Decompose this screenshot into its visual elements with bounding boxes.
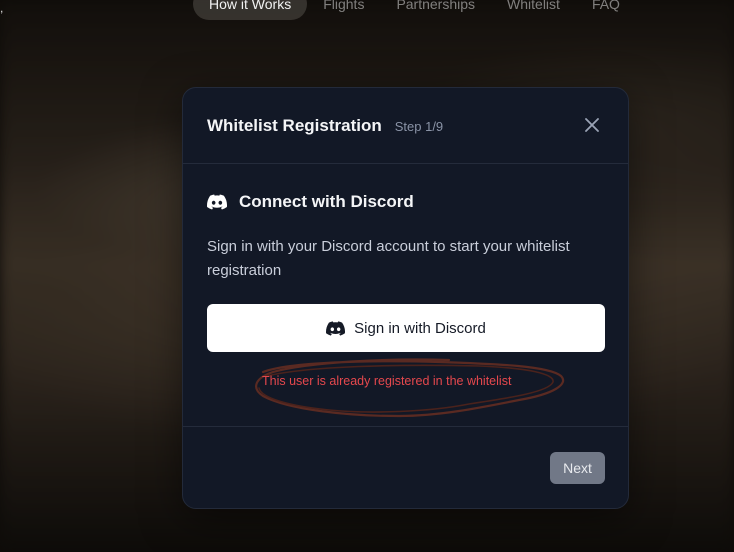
modal-title: Whitelist Registration xyxy=(207,115,382,135)
nav-item-faq[interactable]: FAQ xyxy=(576,0,636,20)
section-description: Sign in with your Discord account to sta… xyxy=(207,238,570,279)
error-message: This user is already registered in the w… xyxy=(262,374,512,388)
close-icon xyxy=(585,118,599,132)
modal-footer: Next xyxy=(183,426,628,508)
nav-item-partnerships[interactable]: Partnerships xyxy=(380,0,491,20)
discord-icon xyxy=(326,320,346,336)
discord-icon xyxy=(207,194,227,210)
nav-item-flights[interactable]: Flights xyxy=(307,0,380,20)
edge-mark: , xyxy=(0,1,4,15)
top-nav: How it Works Flights Partnerships Whitel… xyxy=(193,0,636,20)
sign-in-button-label: Sign in with Discord xyxy=(354,319,486,337)
nav-item-how-it-works[interactable]: How it Works xyxy=(193,0,308,20)
close-button[interactable] xyxy=(582,115,602,135)
page: , How it Works Flights Partnerships Whit… xyxy=(0,0,734,552)
section-title: Connect with Discord xyxy=(239,192,414,211)
error-annotation: This user is already registered in the w… xyxy=(249,356,569,422)
next-button[interactable]: Next xyxy=(550,452,605,484)
sign-in-with-discord-button[interactable]: Sign in with Discord xyxy=(207,304,605,352)
nav-item-whitelist[interactable]: Whitelist xyxy=(491,0,576,20)
modal-body: Connect with Discord Sign in with your D… xyxy=(183,164,628,428)
step-indicator: Step 1/9 xyxy=(394,119,444,134)
whitelist-registration-modal: Whitelist Registration Step 1/9 Connect … xyxy=(182,87,629,509)
hand-drawn-circle-annotation xyxy=(255,358,565,418)
section-header: Connect with Discord xyxy=(207,192,414,212)
modal-header: Whitelist Registration Step 1/9 xyxy=(183,88,628,164)
